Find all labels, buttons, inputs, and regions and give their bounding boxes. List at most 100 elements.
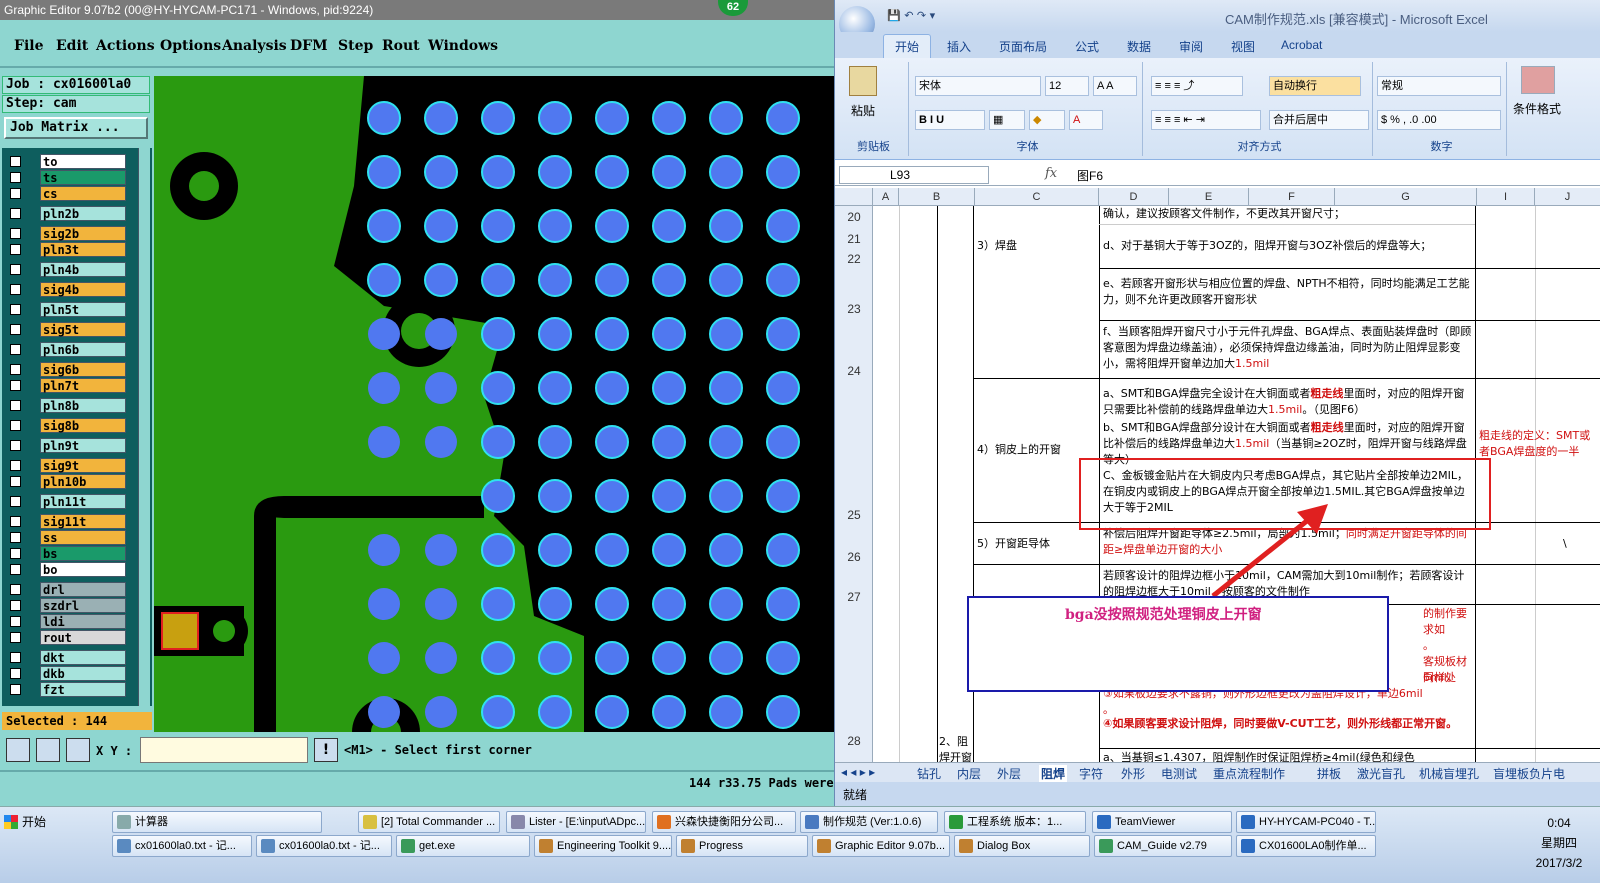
- sheet-tab[interactable]: 钻孔: [917, 765, 941, 782]
- layer-checkbox[interactable]: [10, 584, 21, 595]
- font-name-select[interactable]: 宋体: [915, 76, 1041, 96]
- sheet-tab[interactable]: 拼板: [1317, 765, 1341, 782]
- layer-row[interactable]: dkt: [6, 650, 126, 665]
- taskbar-button[interactable]: Progress: [676, 835, 808, 857]
- layer-row[interactable]: drl: [6, 582, 126, 597]
- sheet-nav-icons[interactable]: ◂ ◂ ▸ ▸: [841, 765, 875, 779]
- font-color-icon[interactable]: A: [1069, 110, 1103, 130]
- layer-row[interactable]: ldi: [6, 614, 126, 629]
- merge-center-button[interactable]: 合并后居中: [1269, 110, 1369, 130]
- layer-checkbox[interactable]: [10, 684, 21, 695]
- job-matrix-button[interactable]: Job Matrix ...: [4, 117, 148, 139]
- layer-checkbox[interactable]: [10, 616, 21, 627]
- layer-name[interactable]: pln5t: [40, 302, 126, 317]
- layer-name[interactable]: pln8b: [40, 398, 126, 413]
- layer-checkbox[interactable]: [10, 420, 21, 431]
- align-icons[interactable]: ≡ ≡ ≡ ⤴: [1151, 76, 1243, 96]
- layer-row[interactable]: pln6b: [6, 342, 126, 357]
- layer-name[interactable]: dkt: [40, 650, 126, 665]
- row-header[interactable]: 22: [835, 252, 873, 266]
- layer-name[interactable]: pln11t: [40, 494, 126, 509]
- quick-access-toolbar[interactable]: 💾 ↶ ↷ ▾: [887, 9, 935, 22]
- layer-row[interactable]: bs: [6, 546, 126, 561]
- taskbar-button[interactable]: cx01600la0.txt - 记...: [112, 835, 252, 857]
- layer-checkbox[interactable]: [10, 564, 21, 575]
- sheet-tab[interactable]: 外形: [1121, 765, 1145, 782]
- col-header[interactable]: J: [1535, 188, 1600, 206]
- layer-checkbox[interactable]: [10, 400, 21, 411]
- layer-row[interactable]: pln9t: [6, 438, 126, 453]
- layer-name[interactable]: pln3t: [40, 242, 126, 257]
- tab-formulas[interactable]: 公式: [1075, 38, 1099, 55]
- layer-row[interactable]: pln3t: [6, 242, 126, 257]
- layer-checkbox[interactable]: [10, 364, 21, 375]
- measure-tool-icon[interactable]: [36, 738, 60, 762]
- layer-checkbox[interactable]: [10, 228, 21, 239]
- taskbar-button[interactable]: cx01600la0.txt - 记...: [256, 835, 392, 857]
- row-header[interactable]: 20: [835, 210, 873, 224]
- layer-checkbox[interactable]: [10, 548, 21, 559]
- layer-name[interactable]: drl: [40, 582, 126, 597]
- sheet-tab[interactable]: 盲埋板负片电: [1493, 765, 1565, 782]
- layer-checkbox[interactable]: [10, 264, 21, 275]
- tab-acrobat[interactable]: Acrobat: [1281, 38, 1322, 52]
- halign-icons[interactable]: ≡ ≡ ≡ ⇤ ⇥: [1151, 110, 1261, 130]
- layer-name[interactable]: dkb: [40, 666, 126, 681]
- row-header[interactable]: 25: [835, 508, 873, 522]
- layer-name[interactable]: sig8b: [40, 418, 126, 433]
- taskbar-button[interactable]: 制作规范 (Ver:1.0.6): [800, 811, 938, 833]
- sheet-tab[interactable]: 外层: [997, 765, 1021, 782]
- layer-row[interactable]: pln11t: [6, 494, 126, 509]
- col-header[interactable]: A: [873, 188, 899, 206]
- formula-input[interactable]: 图F6: [1077, 167, 1103, 184]
- layer-name[interactable]: ldi: [40, 614, 126, 629]
- layer-name[interactable]: bo: [40, 562, 126, 577]
- layer-checkbox[interactable]: [10, 516, 21, 527]
- layer-checkbox[interactable]: [10, 496, 21, 507]
- layer-name[interactable]: sig5t: [40, 322, 126, 337]
- row-header[interactable]: 27: [835, 590, 873, 604]
- layer-name[interactable]: pln7t: [40, 378, 126, 393]
- layer-checkbox[interactable]: [10, 440, 21, 451]
- bold-italic-underline-icons[interactable]: B I U: [915, 110, 985, 130]
- row-header[interactable]: 21: [835, 232, 873, 246]
- col-header[interactable]: E: [1169, 188, 1249, 206]
- font-size-select[interactable]: 12: [1045, 76, 1089, 96]
- col-header[interactable]: G: [1335, 188, 1477, 206]
- conditional-format-icon[interactable]: [1521, 66, 1555, 94]
- number-style-icons[interactable]: $ % , .0 .00: [1377, 110, 1501, 130]
- layer-name[interactable]: ts: [40, 170, 126, 185]
- tab-review[interactable]: 审阅: [1179, 38, 1203, 55]
- layer-row[interactable]: sig9t: [6, 458, 126, 473]
- layer-row[interactable]: sig11t: [6, 514, 126, 529]
- conditional-format-button[interactable]: 条件格式: [1513, 100, 1561, 117]
- layer-name[interactable]: sig4b: [40, 282, 126, 297]
- layer-row[interactable]: to: [6, 154, 126, 169]
- layer-row[interactable]: sig8b: [6, 418, 126, 433]
- number-format-select[interactable]: 常规: [1377, 76, 1501, 96]
- layer-row[interactable]: fzt: [6, 682, 126, 697]
- layer-checkbox[interactable]: [10, 344, 21, 355]
- layer-name[interactable]: fzt: [40, 682, 126, 697]
- layer-name[interactable]: pln4b: [40, 262, 126, 277]
- layer-checkbox[interactable]: [10, 188, 21, 199]
- tab-page-layout[interactable]: 页面布局: [999, 38, 1047, 55]
- layer-checkbox[interactable]: [10, 380, 21, 391]
- layer-name[interactable]: sig2b: [40, 226, 126, 241]
- layer-checkbox[interactable]: [10, 600, 21, 611]
- layer-row[interactable]: szdrl: [6, 598, 126, 613]
- worksheet[interactable]: 确认，建议按顾客文件制作，不更改其开窗尺寸； 3）焊盘 d、对于基铜大于等于3O…: [873, 206, 1600, 762]
- taskbar-button[interactable]: Engineering Toolkit 9....: [534, 835, 672, 857]
- grow-shrink-font-icon[interactable]: A A: [1093, 76, 1137, 96]
- taskbar-button[interactable]: Dialog Box: [954, 835, 1090, 857]
- layer-row[interactable]: pln10b: [6, 474, 126, 489]
- layer-checkbox[interactable]: [10, 324, 21, 335]
- layer-name[interactable]: cs: [40, 186, 126, 201]
- taskbar-button[interactable]: 计算器: [112, 811, 322, 833]
- system-clock[interactable]: 0:04 星期四 2017/3/2: [1520, 813, 1598, 877]
- layer-row[interactable]: sig6b: [6, 362, 126, 377]
- menu-edit[interactable]: Edit: [56, 38, 88, 54]
- layer-checkbox[interactable]: [10, 156, 21, 167]
- border-icon[interactable]: ▦: [989, 110, 1025, 130]
- sheet-tab-active[interactable]: 阻焊: [1039, 765, 1068, 782]
